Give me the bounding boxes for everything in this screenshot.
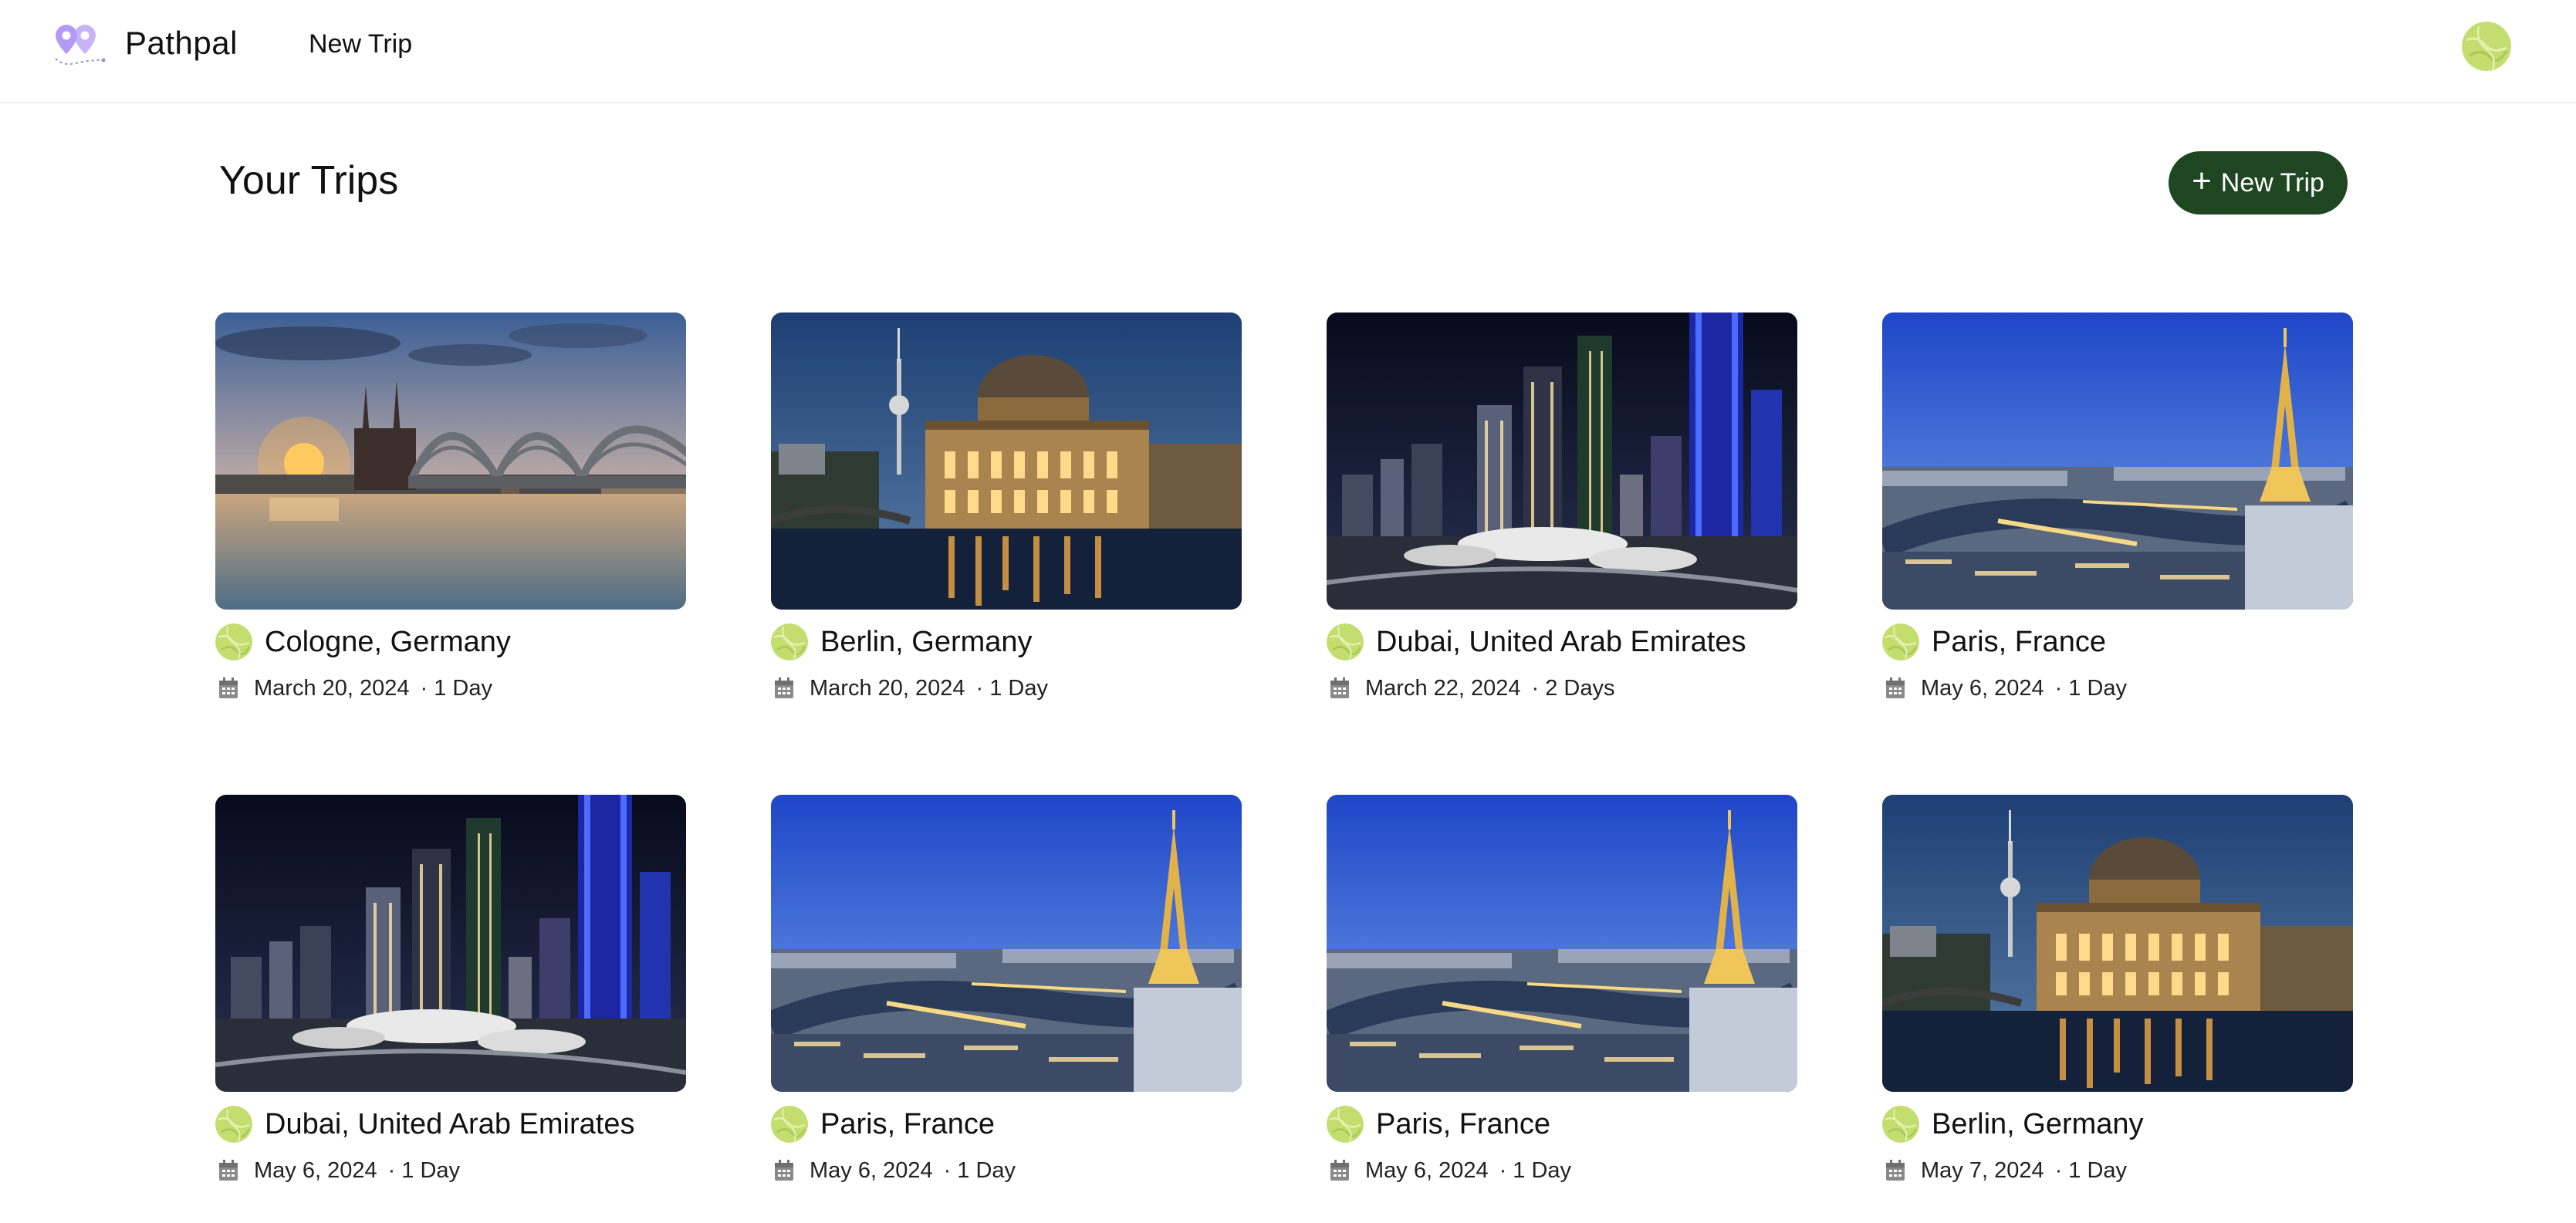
separator-dot: · <box>1499 1157 1507 1183</box>
trip-title-row: Cologne, Germany <box>215 622 686 662</box>
trip-destination[interactable]: Berlin, Germany <box>820 626 1033 659</box>
trip-title-row: Paris, France <box>1327 1104 1797 1144</box>
calendar-icon <box>774 1160 794 1181</box>
calendar-icon <box>1330 1160 1350 1181</box>
calendar-icon <box>1330 677 1350 699</box>
trip-image[interactable] <box>1327 313 1797 610</box>
trip-meta: May 6, 2024 · 1 Day <box>215 1155 686 1186</box>
plus-icon: + <box>2192 162 2212 200</box>
trip-date: March 20, 2024 <box>254 675 410 701</box>
trip-title-row: Berlin, Germany <box>771 622 1242 662</box>
trip-date: March 20, 2024 <box>810 675 965 701</box>
user-avatar[interactable] <box>2462 22 2511 71</box>
destination-avatar <box>215 1106 252 1143</box>
trip-destination[interactable]: Cologne, Germany <box>265 626 511 659</box>
calendar-icon <box>218 1160 238 1181</box>
trip-image[interactable] <box>215 313 686 610</box>
trip-image[interactable] <box>215 795 686 1092</box>
page-title: Your Trips <box>219 158 399 203</box>
destination-avatar <box>1882 1106 1919 1143</box>
trip-meta: March 20, 2024 · 1 Day <box>771 673 1242 704</box>
trip-card[interactable]: Paris, France May 6, 2024 · 1 Day <box>1882 313 2353 704</box>
trip-card[interactable]: Cologne, Germany March 20, 2024 · 1 Day <box>215 313 686 704</box>
trip-image[interactable] <box>771 795 1242 1092</box>
separator-dot: · <box>975 675 984 701</box>
trip-destination[interactable]: Dubai, United Arab Emirates <box>1376 626 1746 659</box>
separator-dot: · <box>387 1157 396 1183</box>
destination-avatar <box>1327 623 1364 660</box>
separator-dot: · <box>1531 675 1540 701</box>
new-trip-button[interactable]: + New Trip <box>2169 151 2348 215</box>
trip-duration: 1 Day <box>957 1157 1016 1183</box>
trip-duration: 1 Day <box>2068 1157 2128 1183</box>
destination-avatar <box>1882 623 1919 660</box>
separator-dot: · <box>943 1157 952 1183</box>
destination-avatar <box>771 1106 808 1143</box>
destination-avatar <box>1327 1106 1364 1143</box>
trip-destination[interactable]: Paris, France <box>1932 626 2106 659</box>
trip-meta: May 6, 2024 · 1 Day <box>771 1155 1242 1186</box>
trip-destination[interactable]: Paris, France <box>820 1108 995 1141</box>
trip-card[interactable]: Berlin, Germany March 20, 2024 · 1 Day <box>771 313 1242 704</box>
trip-date: May 6, 2024 <box>254 1157 377 1183</box>
trip-title-row: Paris, France <box>771 1104 1242 1144</box>
trip-date: May 7, 2024 <box>1921 1157 2044 1183</box>
trip-meta: March 20, 2024 · 1 Day <box>215 673 686 704</box>
separator-dot: · <box>420 675 428 701</box>
trip-meta: May 7, 2024 · 1 Day <box>1882 1155 2353 1186</box>
calendar-icon <box>218 677 238 699</box>
trip-title-row: Dubai, United Arab Emirates <box>1327 622 1797 662</box>
separator-dot: · <box>2054 675 2063 701</box>
trip-card[interactable]: Paris, France May 6, 2024 · 1 Day <box>771 795 1242 1186</box>
trip-duration: 1 Day <box>401 1157 461 1183</box>
trip-image[interactable] <box>771 313 1242 610</box>
trip-meta: May 6, 2024 · 1 Day <box>1882 673 2353 704</box>
top-navigation-bar: Pathpal New Trip <box>0 0 2576 103</box>
brand-name[interactable]: Pathpal <box>125 25 238 62</box>
trip-destination[interactable]: Paris, France <box>1376 1108 1550 1141</box>
separator-dot: · <box>2054 1157 2063 1183</box>
trip-date: May 6, 2024 <box>1921 675 2044 701</box>
trip-duration: 1 Day <box>1513 1157 1572 1183</box>
trip-card[interactable]: Dubai, United Arab Emirates March 22, 20… <box>1327 313 1797 704</box>
trip-card[interactable]: Paris, France May 6, 2024 · 1 Day <box>1327 795 1797 1186</box>
trip-image[interactable] <box>1882 795 2353 1092</box>
trip-date: May 6, 2024 <box>810 1157 933 1183</box>
trip-title-row: Berlin, Germany <box>1882 1104 2353 1144</box>
trip-image[interactable] <box>1882 313 2353 610</box>
calendar-icon <box>1885 1160 1905 1181</box>
trip-card[interactable]: Berlin, Germany May 7, 2024 · 1 Day <box>1882 795 2353 1186</box>
trip-duration: 1 Day <box>434 675 492 701</box>
trip-title-row: Paris, France <box>1882 622 2353 662</box>
trip-destination[interactable]: Berlin, Germany <box>1932 1108 2144 1141</box>
trip-destination[interactable]: Dubai, United Arab Emirates <box>265 1108 634 1141</box>
pathpal-logo[interactable] <box>51 20 111 68</box>
trip-meta: May 6, 2024 · 1 Day <box>1327 1155 1797 1186</box>
nav-new-trip-link[interactable]: New Trip <box>309 29 412 59</box>
trip-duration: 1 Day <box>2068 675 2128 701</box>
calendar-icon <box>1885 677 1905 699</box>
new-trip-button-label: New Trip <box>2220 167 2324 198</box>
trip-duration: 1 Day <box>989 675 1048 701</box>
trip-card[interactable]: Dubai, United Arab Emirates May 6, 2024 … <box>215 795 686 1186</box>
trip-image[interactable] <box>1327 795 1797 1092</box>
destination-avatar <box>771 623 808 660</box>
trip-date: March 22, 2024 <box>1365 675 1521 701</box>
destination-avatar <box>215 623 252 660</box>
trip-duration: 2 Days <box>1545 675 1615 701</box>
trip-meta: March 22, 2024 · 2 Days <box>1327 673 1797 704</box>
trip-title-row: Dubai, United Arab Emirates <box>215 1104 686 1144</box>
trip-date: May 6, 2024 <box>1365 1157 1489 1183</box>
calendar-icon <box>774 677 794 699</box>
